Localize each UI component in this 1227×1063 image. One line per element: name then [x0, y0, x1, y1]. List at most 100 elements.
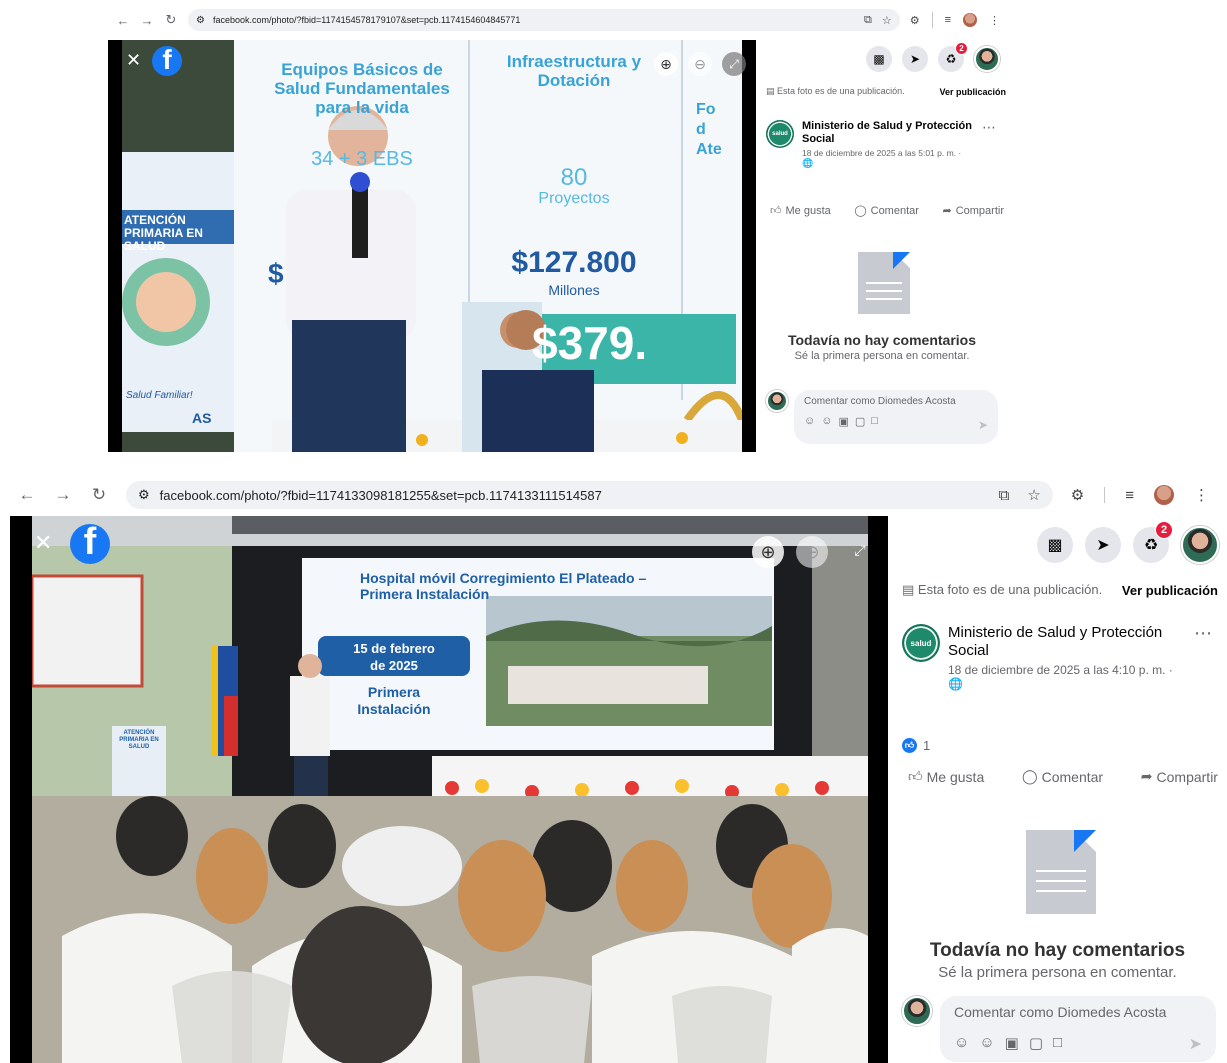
- avatar[interactable]: [1181, 526, 1219, 564]
- profile-extension-icon[interactable]: [1154, 485, 1174, 505]
- url-text[interactable]: facebook.com/photo/?fbid=117413309818125…: [160, 488, 989, 503]
- publication-note-row: ▤ Esta foto es de una publicación. Ver p…: [902, 582, 1218, 598]
- address-bar[interactable]: ⚙ facebook.com/photo/?fbid=1174133098181…: [126, 481, 1053, 509]
- more-icon[interactable]: ⋯: [982, 120, 996, 169]
- emoji-icon[interactable]: ☺: [821, 415, 832, 428]
- no-comments-title: Todavía no hay comentarios: [929, 940, 1186, 961]
- zoom-out-icon[interactable]: ⊖: [688, 52, 712, 76]
- author-name[interactable]: Ministerio de Salud y Protección Social: [802, 120, 978, 146]
- profile-extension-icon[interactable]: [963, 13, 977, 27]
- like-button[interactable]: 👍︎ Me gusta: [908, 768, 984, 785]
- url-text[interactable]: facebook.com/photo/?fbid=117415457817910…: [213, 15, 856, 25]
- reload-icon[interactable]: ↻: [164, 12, 178, 28]
- grid-icon[interactable]: ▩: [1037, 527, 1073, 563]
- avatar-sticker-icon[interactable]: ☺: [804, 415, 815, 428]
- close-icon[interactable]: ✕: [34, 530, 52, 556]
- avatar-sticker-icon[interactable]: ☺: [954, 1034, 969, 1052]
- expand-icon[interactable]: ⤢: [846, 536, 874, 564]
- tune-icon[interactable]: ⚙: [196, 15, 205, 26]
- empty-comments: Todavía no hay comentarios Sé la primera…: [888, 940, 1227, 981]
- bookmark-star-icon[interactable]: ☆: [1027, 486, 1040, 504]
- browser-toolbar: ← → ↻ ⚙ facebook.com/photo/?fbid=1174133…: [0, 476, 1227, 514]
- camera-icon[interactable]: ▣: [838, 415, 848, 428]
- arrow-right-icon[interactable]: →: [54, 485, 72, 505]
- comment-button[interactable]: ◯ Comentar: [1022, 768, 1103, 785]
- notification-badge: 2: [1155, 521, 1173, 539]
- commenter-avatar: [902, 996, 932, 1026]
- browser-menu-icon[interactable]: ⋮: [1194, 486, 1209, 504]
- arrow-right-icon[interactable]: →: [140, 13, 154, 28]
- messenger-icon[interactable]: ➤: [1085, 527, 1121, 563]
- reload-icon[interactable]: ↻: [90, 485, 108, 505]
- no-comments-subtitle: Sé la primera persona en comentar.: [938, 964, 1177, 981]
- screen-title: Hospital móvil Corregimiento El Plateado…: [360, 570, 647, 602]
- view-post-link[interactable]: Ver publicación: [1122, 583, 1218, 598]
- sticker-icon[interactable]: □: [1053, 1034, 1062, 1052]
- author-logo[interactable]: salud: [902, 624, 940, 662]
- commenter-avatar: [766, 390, 788, 412]
- facebook-logo-icon[interactable]: f: [152, 46, 182, 76]
- arrow-left-icon[interactable]: ←: [18, 485, 36, 505]
- view-post-link[interactable]: Ver publicación: [939, 87, 1006, 97]
- address-bar[interactable]: ⚙ facebook.com/photo/?fbid=1174154578179…: [188, 9, 900, 31]
- thumb-up-icon: 👍︎: [908, 768, 923, 784]
- close-icon[interactable]: ✕: [126, 50, 141, 71]
- comment-input[interactable]: Comentar como Diomedes Acosta ☺ ☺ ▣ ▢ □ …: [794, 390, 998, 444]
- empty-document-icon: [1026, 830, 1096, 914]
- share-label: Compartir: [955, 204, 1004, 217]
- facebook-logo-icon[interactable]: f: [70, 524, 110, 564]
- camera-icon[interactable]: ▣: [1005, 1034, 1019, 1052]
- grid-icon[interactable]: ▩: [866, 46, 892, 72]
- sticker-icon[interactable]: □: [871, 415, 878, 428]
- bookmark-star-icon[interactable]: ☆: [882, 14, 892, 27]
- arrow-left-icon[interactable]: ←: [116, 13, 130, 28]
- expand-icon[interactable]: ⤢: [722, 52, 746, 76]
- comment-placeholder: Comentar como Diomedes Acosta: [804, 396, 956, 407]
- author-name[interactable]: Ministerio de Salud y Protección Social: [948, 624, 1186, 660]
- bell-icon[interactable]: ♻ 2: [1133, 521, 1173, 563]
- tune-icon[interactable]: ⚙: [138, 487, 150, 503]
- browser-menu-icon[interactable]: ⋮: [989, 14, 1000, 27]
- globe-icon: 🌐: [802, 158, 814, 168]
- header-icons: ▩ ➤ ♻ 2: [1037, 521, 1219, 564]
- share-icon: ➦: [942, 205, 952, 217]
- post-timestamp[interactable]: 18 de diciembre de 2025 a las 4:10 p. m.…: [948, 663, 1186, 677]
- extensions-icon[interactable]: ⚙: [910, 14, 920, 27]
- gif-icon[interactable]: ▢: [855, 415, 865, 428]
- comment-input[interactable]: Comentar como Diomedes Acosta ☺ ☺ ▣ ▢ □ …: [940, 996, 1216, 1062]
- gif-icon[interactable]: ▢: [1029, 1034, 1043, 1052]
- like-reaction-icon: 👍︎: [902, 738, 917, 753]
- install-app-icon[interactable]: ⧉: [999, 487, 1010, 504]
- zoom-in-icon[interactable]: ⊕: [654, 52, 678, 76]
- emoji-icon[interactable]: ☺: [979, 1034, 994, 1052]
- reactions-summary[interactable]: 👍︎ 1: [902, 738, 930, 753]
- zoom-out-icon[interactable]: ⊖: [796, 536, 828, 568]
- install-app-icon[interactable]: ⧉: [864, 14, 872, 27]
- like-button[interactable]: 👍︎ Me gusta: [770, 204, 831, 218]
- extensions-icon[interactable]: ⚙: [1071, 486, 1084, 504]
- post-panel: ▩ ➤ ♻ 2 ▤ Esta foto es de una publicació…: [756, 40, 1008, 452]
- avatar[interactable]: [974, 46, 1000, 72]
- send-icon[interactable]: ➤: [978, 418, 988, 432]
- share-button[interactable]: ➦ Compartir: [942, 204, 1004, 218]
- messenger-icon[interactable]: ➤: [902, 46, 928, 72]
- document-icon: ▤: [766, 86, 778, 96]
- more-icon[interactable]: ⋯: [1194, 624, 1212, 691]
- screen-col2-money: $127.800: [511, 246, 637, 279]
- no-comments-subtitle: Sé la primera persona en comentar.: [794, 350, 970, 362]
- share-button[interactable]: ➦ Compartir: [1141, 768, 1218, 785]
- zoom-in-icon[interactable]: ⊕: [752, 536, 784, 568]
- screen-col1-number: 34 + 3 EBS: [311, 148, 413, 170]
- comment-button[interactable]: ◯ Comentar: [854, 204, 919, 218]
- send-icon[interactable]: ➤: [1189, 1034, 1202, 1054]
- author-logo[interactable]: salud: [766, 120, 794, 148]
- media-icon[interactable]: ≡: [945, 14, 951, 26]
- post-timestamp[interactable]: 18 de diciembre de 2025 a las 5:01 p. m.…: [802, 148, 978, 158]
- bell-icon[interactable]: ♻ 2: [938, 42, 968, 72]
- screen-install-line2: Instalación: [357, 701, 431, 717]
- comment-icon: ◯: [1021, 768, 1038, 784]
- post-panel: ▩ ➤ ♻ 2 ▤ Esta foto es de una publicació…: [888, 516, 1227, 1063]
- toolbar-divider: [931, 12, 933, 28]
- screen-col2-title: Infraestructura y Dotación: [506, 52, 642, 90]
- media-icon[interactable]: ≡: [1125, 487, 1134, 504]
